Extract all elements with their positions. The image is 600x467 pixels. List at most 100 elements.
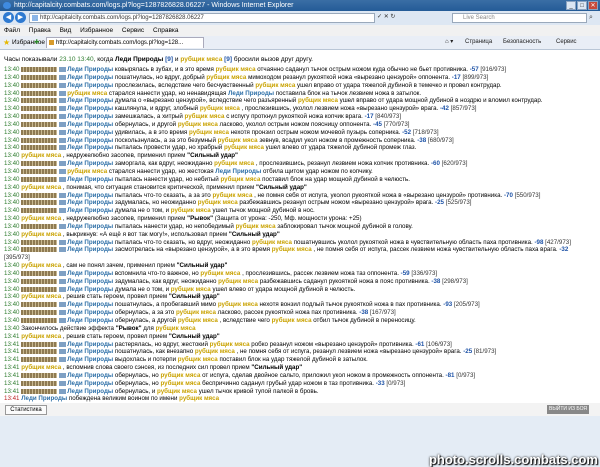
player-name[interactable]: рубщик мяса xyxy=(21,364,61,371)
player-name[interactable]: рубщик мяса xyxy=(272,317,312,324)
player-name[interactable]: Леди Природы xyxy=(67,341,113,348)
exit-battle-button[interactable]: ВЫЙТИ ИЗ БОЯ xyxy=(547,405,590,414)
player-name[interactable]: рубщик мяса xyxy=(21,262,61,269)
menu-tools[interactable]: Сервис xyxy=(122,27,144,34)
player-name[interactable]: Леди Природы xyxy=(67,246,113,253)
player-name[interactable]: рубщик мяса xyxy=(21,184,61,191)
forward-arrow-icon[interactable]: ▶ xyxy=(15,12,26,23)
back-arrow-icon[interactable]: ◀ xyxy=(3,12,14,23)
player-name[interactable]: рубщик мяса xyxy=(67,90,107,97)
cmd-page[interactable]: Страница xyxy=(465,36,492,49)
maximize-button[interactable]: □ xyxy=(577,1,587,10)
player-name[interactable]: рубщик мяса xyxy=(179,395,219,402)
player-name[interactable]: Леди Природы xyxy=(67,301,113,308)
player-name[interactable]: рубщик мяса xyxy=(21,231,61,238)
menu-favorites[interactable]: Избранное xyxy=(80,27,113,34)
player-name[interactable]: рубщик мяса xyxy=(252,239,292,246)
player-name[interactable]: Леди Природы xyxy=(67,160,113,167)
player2-name[interactable]: рубщик мяса xyxy=(180,56,222,63)
player-name[interactable]: рубщик мяса xyxy=(216,66,256,73)
player-name[interactable]: рубщик мяса xyxy=(195,348,235,355)
player-name[interactable]: Леди Природы xyxy=(67,309,113,316)
player-name[interactable]: Леди Природы xyxy=(67,380,113,387)
player-name[interactable]: рубщик мяса xyxy=(178,121,218,128)
player-name[interactable]: Леди Природы xyxy=(228,90,274,97)
player-name[interactable]: Леди Природы xyxy=(21,395,67,402)
statistics-button[interactable]: Статистика xyxy=(5,405,47,415)
player-name[interactable]: рубщик мяса xyxy=(171,286,211,293)
player-name[interactable]: Леди Природы xyxy=(67,113,113,120)
player-name[interactable]: Леди Природы xyxy=(67,278,113,285)
player-name[interactable]: Леди Природы xyxy=(67,192,113,199)
player-name[interactable]: Леди Природы xyxy=(67,144,113,151)
player-name[interactable]: рубщик мяса xyxy=(224,144,264,151)
player-name[interactable]: Леди Природы xyxy=(67,388,113,395)
menu-help[interactable]: Справка xyxy=(153,27,179,34)
player-name[interactable]: рубщик мяса xyxy=(218,278,258,285)
address-input[interactable]: http://capitalcity.combats.com/logs.pl?l… xyxy=(29,13,375,23)
player-name[interactable]: рубщик мяса xyxy=(214,160,254,167)
player-name[interactable]: рубщик мяса xyxy=(212,192,252,199)
player-name[interactable]: рубщик мяса xyxy=(171,207,211,214)
menu-edit[interactable]: Правка xyxy=(29,27,51,34)
player-name[interactable]: Леди Природы xyxy=(67,105,113,112)
search-icon[interactable]: ⌕ xyxy=(589,14,593,22)
player-name[interactable]: рубщик мяса xyxy=(21,293,61,300)
player-name[interactable]: рубщик мяса xyxy=(178,317,218,324)
player-name[interactable]: Леди Природы xyxy=(67,372,113,379)
player-name[interactable]: рубщик мяса xyxy=(185,113,225,120)
player-name[interactable]: рубщик мяса xyxy=(160,372,200,379)
minimize-button[interactable]: _ xyxy=(566,1,576,10)
player1-name[interactable]: Леди Природы xyxy=(115,56,163,63)
player-name[interactable]: рубщик мяса xyxy=(21,152,61,159)
player-name[interactable]: рубщик мяса xyxy=(210,341,250,348)
player-name[interactable]: рубщик мяса xyxy=(157,388,197,395)
player-name[interactable]: рубщик мяса xyxy=(206,74,246,81)
player-name[interactable]: рубщик мяса xyxy=(21,215,61,222)
player-name[interactable]: рубщик мяса xyxy=(176,309,216,316)
player-name[interactable]: Леди Природы xyxy=(67,129,113,136)
player-name[interactable]: рубщик мяса xyxy=(298,97,338,104)
player-name[interactable]: рубщик мяса xyxy=(156,325,196,332)
player-name[interactable]: рубщик мяса xyxy=(218,301,258,308)
cmd-tools[interactable]: Сервис xyxy=(556,36,577,49)
player-name[interactable]: Леди Природы xyxy=(67,207,113,214)
menu-view[interactable]: Вид xyxy=(60,27,72,34)
player-name[interactable]: Леди Природы xyxy=(67,74,113,81)
cmd-safety[interactable]: Безопасность xyxy=(503,36,541,49)
browser-tab[interactable]: http://capitalcity.combats.com/logs.pl?l… xyxy=(46,37,204,48)
player-name[interactable]: рубщик мяса xyxy=(220,176,260,183)
player-name[interactable]: Леди Природы xyxy=(67,270,113,277)
add-favorite-icon[interactable]: ✚ xyxy=(34,36,39,49)
favorites-label[interactable]: Избранное xyxy=(12,36,45,49)
search-input[interactable]: Live Search xyxy=(452,13,587,23)
player-name[interactable]: Леди Природы xyxy=(67,97,113,104)
player-name[interactable]: рубщик мяса xyxy=(67,168,107,175)
player-name[interactable]: рубщик мяса xyxy=(160,380,200,387)
player-name[interactable]: Леди Природы xyxy=(67,348,113,355)
player-name[interactable]: Леди Природы xyxy=(67,121,113,128)
player-name[interactable]: Леди Природы xyxy=(67,286,113,293)
player-name[interactable]: Леди Природы xyxy=(67,137,113,144)
player-name[interactable]: рубщик мяса xyxy=(178,356,218,363)
player-name[interactable]: Леди Природы xyxy=(67,176,113,183)
player-name[interactable]: рубщик мяса xyxy=(236,223,276,230)
player-name[interactable]: рубщик мяса xyxy=(255,82,295,89)
player-name[interactable]: Леди Природы xyxy=(67,239,113,246)
player-name[interactable]: рубщик мяса xyxy=(218,137,258,144)
player-name[interactable]: Леди Природы xyxy=(67,82,113,89)
player-name[interactable]: рубщик мяса xyxy=(272,246,312,253)
player-name[interactable]: рубщик мяса xyxy=(21,333,61,340)
favorites-star-icon[interactable]: ★ xyxy=(3,38,10,47)
player-name[interactable]: рубщик мяса xyxy=(198,199,238,206)
player-name[interactable]: Леди Природы xyxy=(67,356,113,363)
player-name[interactable]: Леди Природы xyxy=(67,223,113,230)
player-name[interactable]: Леди Природы xyxy=(67,199,113,206)
player-name[interactable]: Леди Природы xyxy=(215,168,261,175)
home-icon[interactable]: ⌂ ▾ xyxy=(445,36,453,49)
close-button[interactable]: ✕ xyxy=(588,1,598,10)
address-controls[interactable]: ✓ ✕ ↻ xyxy=(377,13,395,20)
player-name[interactable]: рубщик мяса xyxy=(200,270,240,277)
player-name[interactable]: Леди Природы xyxy=(67,66,113,73)
player-name[interactable]: рубщик мяса xyxy=(200,105,240,112)
